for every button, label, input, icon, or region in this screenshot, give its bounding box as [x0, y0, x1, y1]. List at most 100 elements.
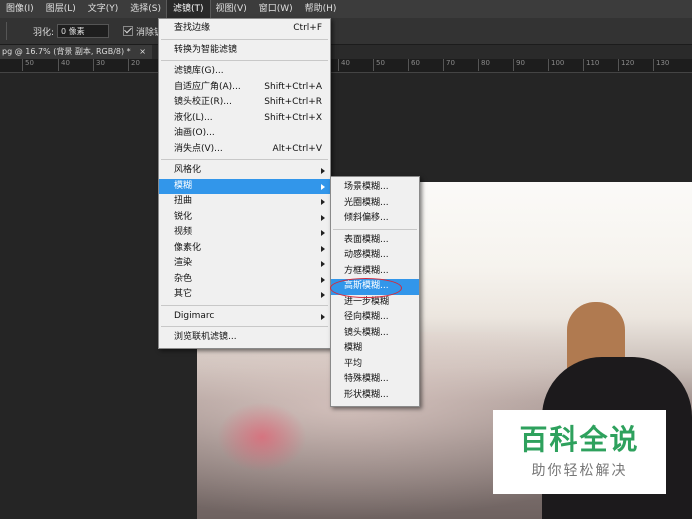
menu-item-blur[interactable]: 模糊 [159, 178, 330, 194]
ruler-tick: 20 [128, 59, 140, 71]
menu-separator [161, 326, 328, 327]
menu-item-label: 液化(L)... [174, 112, 213, 123]
blur-submenu: 场景模糊... 光圈模糊... 倾斜偏移... 表面模糊... 动感模糊... … [330, 176, 420, 407]
menu-help[interactable]: 帮助(H) [299, 0, 343, 18]
submenu-arrow-icon [321, 245, 325, 252]
ruler-tick: 60 [408, 59, 420, 71]
ruler-tick: 120 [618, 59, 634, 71]
menu-type[interactable]: 文字(Y) [82, 0, 125, 18]
menu-item-label: Digimarc [174, 310, 215, 321]
filter-menu: 查找边缘 Ctrl+F 转换为智能滤镜 滤镜库(G)... 自适应广角(A)..… [158, 18, 331, 349]
ruler-tick: 90 [513, 59, 525, 71]
feather-label: 羽化: [33, 27, 55, 38]
menu-item-label: 滤镜库(G)... [174, 66, 224, 76]
menu-item-label: 锐化 [174, 211, 193, 222]
submenu-item-smart-blur[interactable]: 特殊模糊... [331, 372, 419, 388]
menu-item-video[interactable]: 视频 [159, 225, 330, 241]
submenu-item-field-blur[interactable]: 场景模糊... [331, 180, 419, 196]
menu-item-label: 表面模糊... [344, 234, 389, 245]
submenu-item-radial-blur[interactable]: 径向模糊... [331, 310, 419, 326]
submenu-item-surface-blur[interactable]: 表面模糊... [331, 233, 419, 249]
menu-item-label: 径向模糊... [344, 312, 389, 322]
menu-view[interactable]: 视图(V) [210, 0, 253, 18]
menu-item-label: 进一步模糊 [344, 296, 390, 307]
document-tab-bar: pg @ 16.7% (背景 副本, RGB/8) * × [0, 45, 692, 59]
menu-separator [161, 38, 328, 40]
submenu-arrow-icon [321, 261, 325, 267]
ruler-tick: 130 [653, 59, 669, 71]
menu-item-label: 形状模糊... [344, 389, 389, 400]
menu-item-label: 油画(O)... [174, 128, 215, 138]
ruler-tick: 50 [373, 59, 385, 71]
menu-item-label: 镜头模糊... [344, 327, 389, 338]
submenu-item-lens-blur[interactable]: 镜头模糊... [331, 326, 419, 342]
menu-window[interactable]: 窗口(W) [253, 0, 299, 18]
menu-item-distort[interactable]: 扭曲 [159, 194, 330, 210]
menu-item-adaptive-wide-angle[interactable]: 自适应广角(A)... Shift+Ctrl+A [159, 80, 330, 96]
close-icon[interactable]: × [139, 47, 146, 56]
menu-item-browse-online-filters[interactable]: 浏览联机滤镜... [159, 330, 330, 346]
menu-item-label: 像素化 [174, 242, 202, 253]
menu-item-label: 浏览联机滤镜... [174, 332, 237, 342]
menu-item-filter-gallery[interactable]: 滤镜库(G)... [159, 64, 330, 80]
menu-item-label: 高斯模糊... [344, 281, 389, 291]
feather-input[interactable] [57, 24, 110, 38]
menu-item-shortcut: Ctrl+F [293, 23, 322, 33]
menu-item-digimarc[interactable]: Digimarc [159, 309, 330, 325]
menu-separator [161, 304, 328, 306]
watermark-subtitle: 助你轻松解决 [531, 463, 628, 479]
menu-item-stylize[interactable]: 风格化 [159, 163, 330, 179]
menu-item-label: 其它 [174, 289, 193, 299]
menu-image[interactable]: 图像(I) [0, 0, 40, 18]
submenu-item-blur[interactable]: 模糊 [331, 341, 419, 357]
menu-select[interactable]: 选择(S) [124, 0, 167, 18]
menu-item-label: 自适应广角(A)... [174, 81, 241, 92]
submenu-item-tilt-shift[interactable]: 倾斜偏移... [331, 211, 419, 227]
options-bar: 羽化: 消除锯齿 [0, 18, 692, 45]
menu-item-liquify[interactable]: 液化(L)... Shift+Ctrl+X [159, 111, 330, 127]
menu-item-shortcut: Shift+Ctrl+R [264, 97, 322, 107]
menu-item-oil-paint[interactable]: 油画(O)... [159, 126, 330, 142]
ruler-tick: 70 [443, 59, 455, 71]
submenu-item-gaussian-blur[interactable]: 高斯模糊... [331, 279, 419, 295]
submenu-item-shape-blur[interactable]: 形状模糊... [331, 388, 419, 404]
menu-item-render[interactable]: 渲染 [159, 256, 330, 272]
menu-item-find-edges[interactable]: 查找边缘 Ctrl+F [159, 21, 330, 37]
menu-item-label: 渲染 [174, 258, 193, 268]
menu-item-other[interactable]: 其它 [159, 287, 330, 303]
menu-item-convert-smart-filter[interactable]: 转换为智能滤镜 [159, 43, 330, 59]
menu-filter[interactable]: 滤镜(T) [166, 0, 211, 19]
watermark-title: 百科全说 [519, 423, 640, 456]
submenu-item-iris-blur[interactable]: 光圈模糊... [331, 196, 419, 212]
ruler-tick: 40 [338, 59, 350, 71]
menu-item-vanishing-point[interactable]: 消失点(V)... Alt+Ctrl+V [159, 142, 330, 158]
menu-item-label: 查找边缘 [174, 23, 211, 33]
photo-light-flare [217, 402, 307, 472]
ruler-tick: 50 [22, 59, 34, 71]
submenu-arrow-icon [321, 199, 325, 205]
menu-item-label: 平均 [344, 358, 363, 369]
document-tab-title: pg @ 16.7% (背景 副本, RGB/8) * [2, 47, 131, 56]
watermark-logo: 百科全说 助你轻松解决 [493, 410, 666, 494]
submenu-arrow-icon [321, 183, 325, 190]
submenu-arrow-icon [321, 276, 325, 283]
menu-item-lens-correction[interactable]: 镜头校正(R)... Shift+Ctrl+R [159, 95, 330, 111]
document-tab[interactable]: pg @ 16.7% (背景 副本, RGB/8) * × [0, 45, 152, 59]
menu-item-label: 倾斜偏移... [344, 213, 389, 223]
menu-item-label: 场景模糊... [344, 182, 389, 192]
submenu-arrow-icon [321, 230, 325, 236]
menu-item-label: 模糊 [174, 180, 193, 191]
submenu-item-motion-blur[interactable]: 动感模糊... [331, 248, 419, 264]
menu-layer[interactable]: 图层(L) [40, 0, 82, 18]
menu-item-label: 扭曲 [174, 196, 193, 206]
submenu-arrow-icon [321, 313, 325, 320]
menu-item-pixelate[interactable]: 像素化 [159, 241, 330, 257]
menu-item-label: 动感模糊... [344, 250, 389, 260]
menu-item-sharpen[interactable]: 锐化 [159, 210, 330, 226]
submenu-item-box-blur[interactable]: 方框模糊... [331, 264, 419, 280]
menu-item-noise[interactable]: 杂色 [159, 272, 330, 288]
submenu-item-blur-more[interactable]: 进一步模糊 [331, 295, 419, 311]
submenu-item-average[interactable]: 平均 [331, 357, 419, 373]
submenu-arrow-icon [321, 214, 325, 221]
menu-item-shortcut: Shift+Ctrl+X [264, 112, 322, 123]
